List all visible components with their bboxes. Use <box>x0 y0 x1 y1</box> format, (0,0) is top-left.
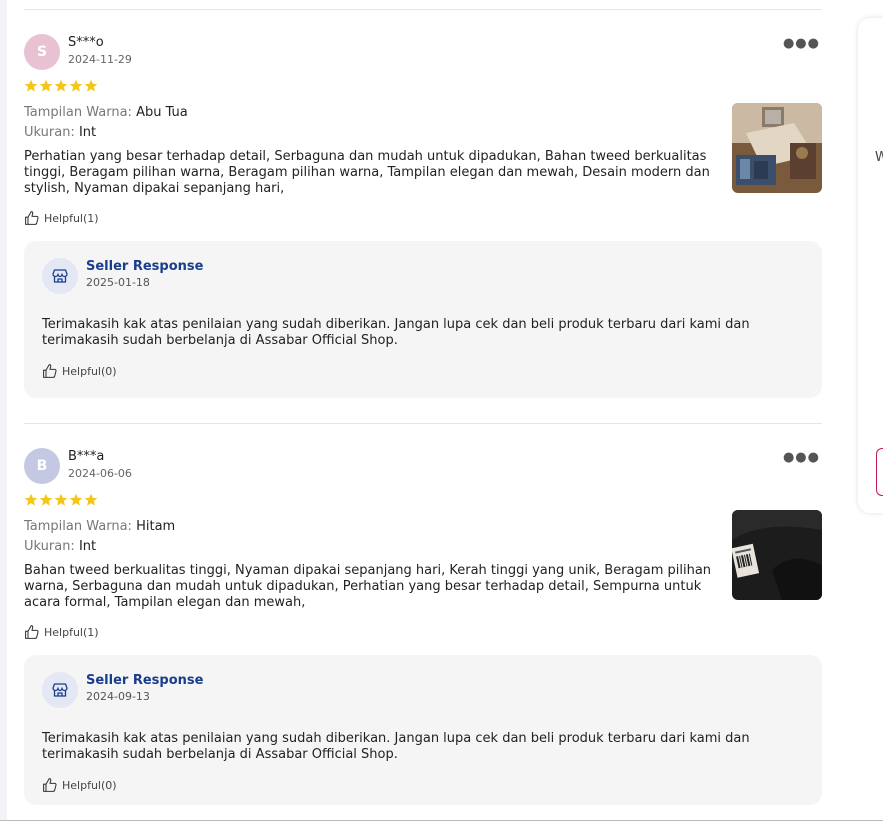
star-icon <box>24 79 38 92</box>
star-icon <box>39 79 53 92</box>
review-card: S S***o 2024-11-29 ●●● Tampilan Warna: A… <box>24 10 822 398</box>
review-photo[interactable] <box>732 510 822 600</box>
thumbs-up-icon <box>25 211 39 225</box>
star-rating <box>24 79 822 97</box>
variant-color: Tampilan Warna: Abu Tua <box>24 105 188 120</box>
star-icon <box>24 493 38 506</box>
variant-color: Tampilan Warna: Hitam <box>24 519 176 534</box>
seller-response: Seller Response 2024-09-13 Terimakasih k… <box>24 655 822 805</box>
star-icon <box>54 79 68 92</box>
side-panel-button[interactable] <box>876 448 883 496</box>
reviews-list: S S***o 2024-11-29 ●●● Tampilan Warna: A… <box>24 0 822 805</box>
side-panel-text: W <box>875 150 883 165</box>
seller-response-date: 2025-01-18 <box>86 276 150 289</box>
response-helpful-button[interactable]: Helpful(0) <box>42 362 804 380</box>
star-icon <box>54 493 68 506</box>
variant-size: Ukuran: Int <box>24 539 97 554</box>
thumbs-up-icon <box>43 364 57 378</box>
reviewer-name: B***a <box>68 449 105 464</box>
avatar: S <box>24 34 60 70</box>
helpful-button[interactable]: Helpful(1) <box>24 209 822 227</box>
review-photo[interactable] <box>732 103 822 193</box>
more-options-icon[interactable]: ●●● <box>783 450 820 465</box>
seller-response-text: Terimakasih kak atas penilaian yang suda… <box>42 317 750 348</box>
side-panel <box>858 18 883 513</box>
reviewer-name: S***o <box>68 35 104 50</box>
review-text: Bahan tweed berkualitas tinggi, Nyaman d… <box>24 563 712 610</box>
review-text: Perhatian yang besar terhadap detail, Se… <box>24 149 710 196</box>
seller-response-title: Seller Response <box>86 673 204 688</box>
star-icon <box>39 493 53 506</box>
variant-size: Ukuran: Int <box>24 125 97 140</box>
helpful-button[interactable]: Helpful(1) <box>24 623 822 641</box>
thumbs-up-icon <box>25 625 39 639</box>
seller-response: Seller Response 2025-01-18 Terimakasih k… <box>24 241 822 398</box>
star-rating <box>24 493 822 511</box>
seller-response-title: Seller Response <box>86 259 204 274</box>
review-date: 2024-06-06 <box>68 467 132 480</box>
star-icon <box>69 493 83 506</box>
star-icon <box>84 79 98 92</box>
response-helpful-button[interactable]: Helpful(0) <box>42 776 804 794</box>
review-date: 2024-11-29 <box>68 53 132 66</box>
star-icon <box>84 493 98 506</box>
seller-response-text: Terimakasih kak atas penilaian yang suda… <box>42 731 750 762</box>
store-icon <box>42 258 78 294</box>
left-gutter <box>0 0 7 821</box>
avatar: B <box>24 448 60 484</box>
seller-response-date: 2024-09-13 <box>86 690 150 703</box>
more-options-icon[interactable]: ●●● <box>783 36 820 51</box>
store-icon <box>42 672 78 708</box>
star-icon <box>69 79 83 92</box>
thumbs-up-icon <box>43 778 57 792</box>
review-card: B B***a 2024-06-06 ●●● Tampilan Warna: H… <box>24 424 822 805</box>
